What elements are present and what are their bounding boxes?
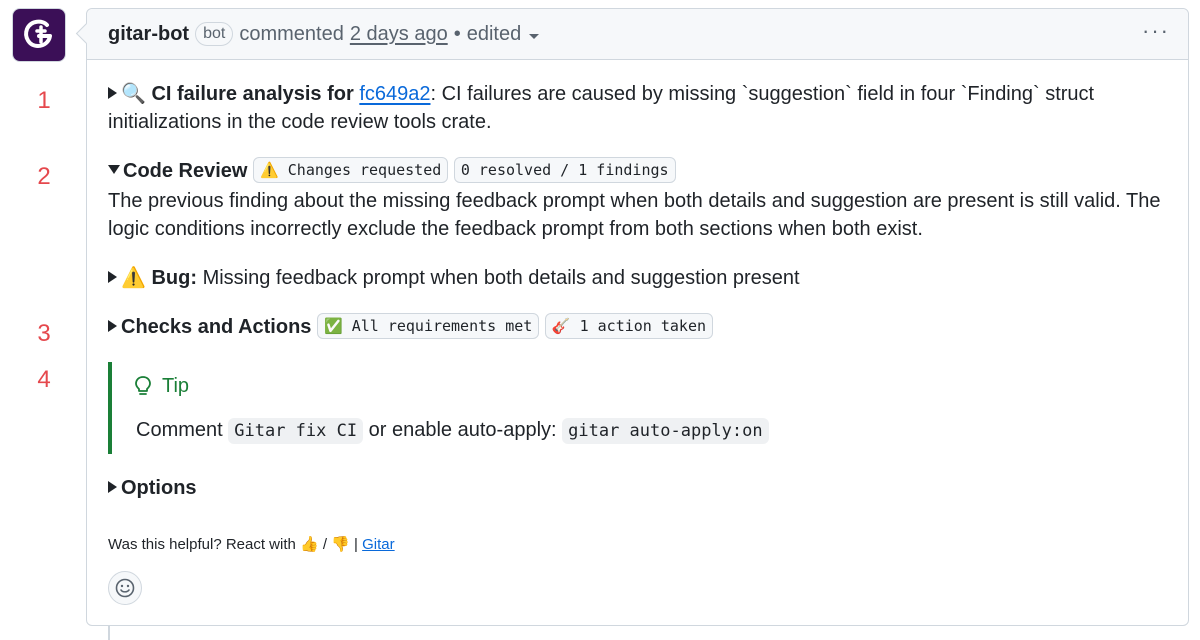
add-reaction-button[interactable]	[108, 571, 142, 605]
bug-summary[interactable]: ⚠️ Bug: Missing feedback prompt when bot…	[108, 264, 800, 292]
ci-analysis-text: : CI failures are caused by missing `sug…	[430, 83, 1095, 105]
expand-triangle-icon	[108, 480, 117, 493]
expand-triangle-icon	[108, 86, 117, 99]
collapse-triangle-icon	[108, 165, 120, 175]
more-options-icon[interactable]: ···	[1142, 20, 1170, 42]
annotation-number: 2	[37, 163, 51, 190]
tip-callout: Tip Comment Gitar fix CI or enable auto-…	[108, 362, 769, 454]
expand-triangle-icon	[108, 270, 117, 283]
avatar[interactable]	[12, 8, 66, 62]
ci-analysis-title: CI failure analysis for	[151, 83, 354, 105]
comment-header: gitar-bot bot commented 2 days ago • edi…	[87, 9, 1188, 60]
annotation-number: 4	[37, 366, 51, 393]
fix-ci-code: Gitar fix CI	[228, 418, 364, 444]
separator: •	[453, 22, 461, 45]
actions-badge: 🎸 1 action taken	[544, 312, 714, 339]
changes-requested-badge: ⚠️ Changes requested	[253, 156, 449, 183]
warning-icon: ⚠️	[121, 267, 146, 289]
options-summary[interactable]: Options	[108, 474, 197, 502]
ci-analysis-text-2: initializations in the code review tools…	[108, 111, 492, 133]
gitar-link[interactable]: Gitar	[362, 536, 395, 553]
feedback-footer: Was this helpful? React with 👍 / 👎 | Git…	[108, 531, 395, 559]
comment-action: commented	[239, 22, 344, 45]
tip-text-before: Comment	[136, 419, 223, 441]
lightbulb-icon	[135, 376, 151, 395]
commit-link[interactable]: fc649a2	[359, 83, 430, 105]
requirements-badge: ✅ All requirements met	[316, 312, 540, 339]
tip-text: Comment Gitar fix CI or enable auto-appl…	[136, 416, 769, 444]
caret-down-icon	[529, 33, 540, 39]
timestamp-link[interactable]: 2 days ago	[350, 23, 448, 46]
author-link[interactable]: gitar-bot	[108, 23, 189, 46]
magnifier-icon: 🔍	[121, 83, 146, 105]
tip-title-row: Tip	[134, 372, 189, 400]
code-review-summary[interactable]: Code Review ⚠️ Changes requested 0 resol…	[108, 156, 676, 185]
checks-summary[interactable]: Checks and Actions ✅ All requirements me…	[108, 312, 714, 341]
checks-title: Checks and Actions	[121, 316, 312, 338]
bug-label: Bug:	[151, 267, 198, 289]
feedback-text: Was this helpful? React with 👍 / 👎 |	[108, 536, 358, 553]
findings-badge: 0 resolved / 1 findings	[453, 156, 676, 183]
tip-title: Tip	[162, 375, 190, 397]
bug-text: Missing feedback prompt when both detail…	[202, 267, 800, 289]
auto-apply-code: gitar auto-apply:on	[562, 418, 769, 444]
annotation-number: 3	[37, 320, 51, 347]
edited-dropdown[interactable]: edited	[467, 23, 540, 46]
code-review-description: The previous finding about the missing f…	[108, 190, 1161, 240]
smiley-icon	[115, 578, 135, 598]
comment-card: gitar-bot bot commented 2 days ago • edi…	[86, 8, 1189, 626]
gitar-logo-icon	[24, 19, 52, 48]
tip-text-middle: or enable auto-apply:	[368, 419, 557, 441]
expand-triangle-icon	[108, 319, 117, 332]
code-review-title: Code Review	[123, 160, 248, 182]
bot-label: bot	[195, 22, 234, 46]
annotation-number: 1	[37, 87, 51, 114]
options-title: Options	[121, 477, 197, 499]
edited-label: edited	[466, 22, 522, 45]
ci-analysis-summary[interactable]: 🔍 CI failure analysis for fc649a2: CI fa…	[108, 80, 1094, 108]
